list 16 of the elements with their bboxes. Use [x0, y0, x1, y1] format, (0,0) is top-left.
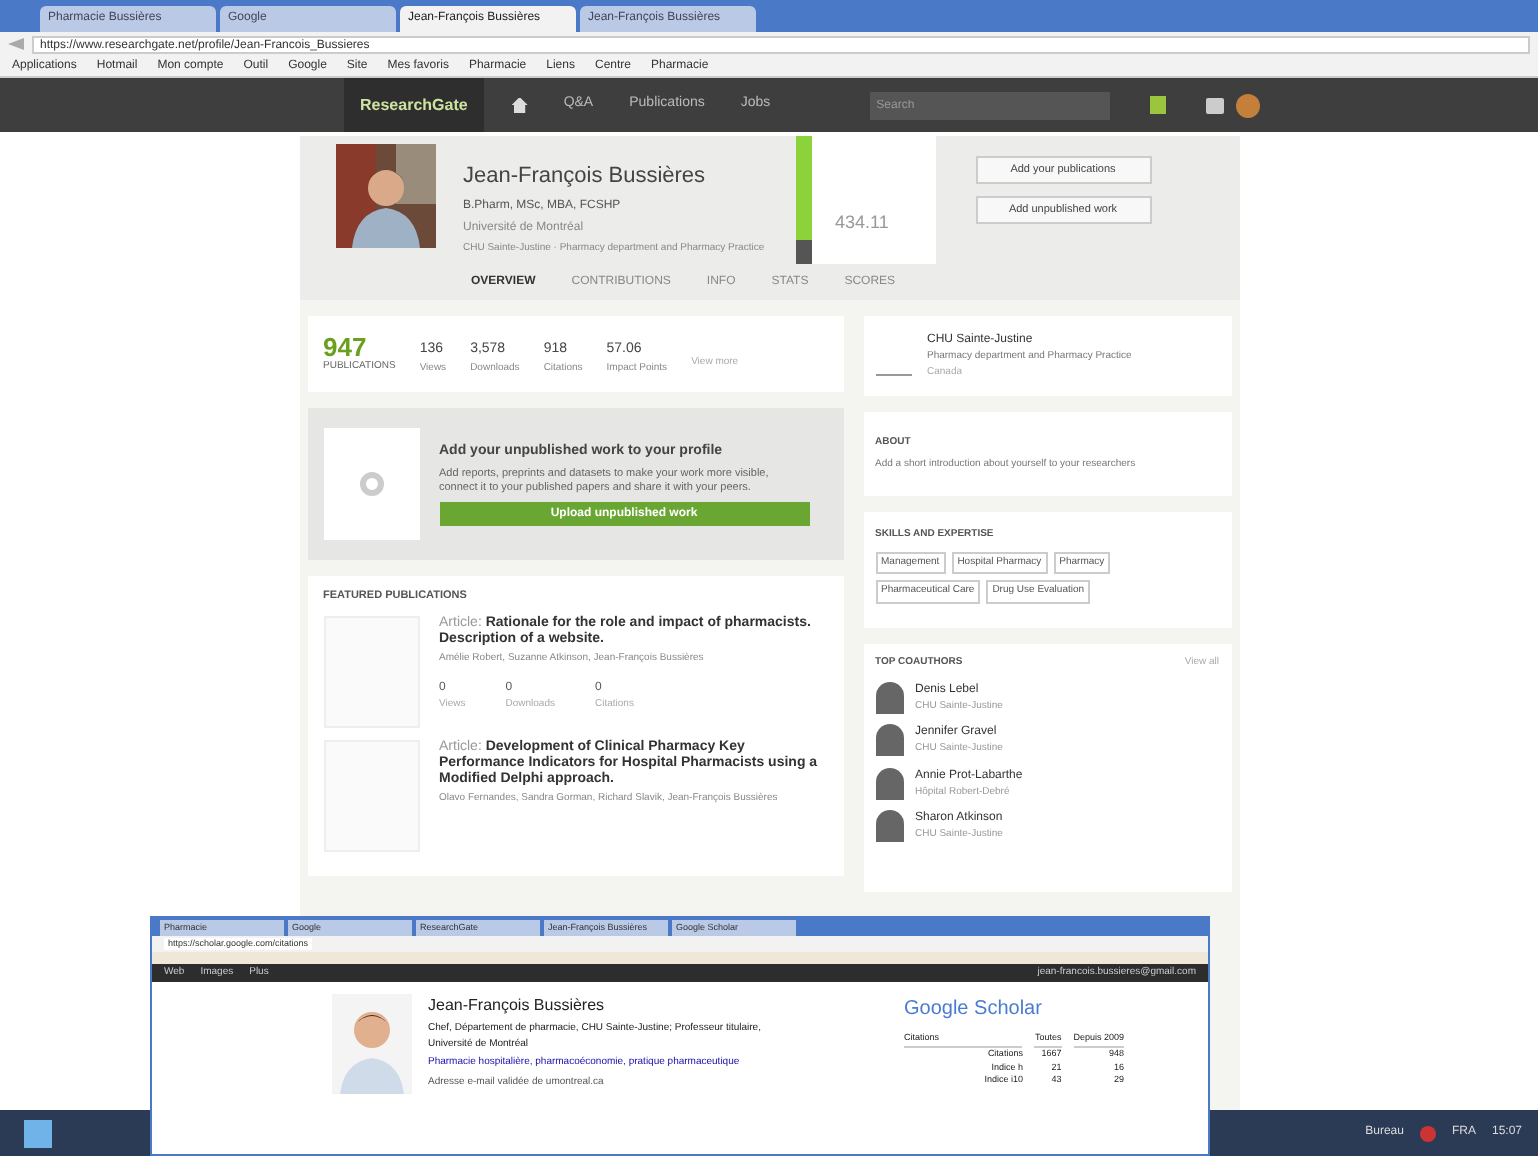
message-icon[interactable]	[1150, 96, 1167, 114]
publication-count: 947	[323, 333, 367, 360]
score-value: 434.11	[835, 209, 889, 235]
avatar-icon	[875, 810, 903, 843]
avatar-icon[interactable]	[1236, 93, 1261, 117]
home-icon[interactable]	[511, 97, 528, 113]
avatar-icon	[875, 724, 903, 757]
windows-icon[interactable]	[24, 1119, 52, 1147]
notification-icon[interactable]	[1206, 97, 1225, 113]
spinner-icon	[359, 472, 383, 496]
profile-name: Jean-François Bussières	[463, 162, 708, 192]
scholar-logo: Google Scholar	[904, 996, 1044, 1024]
avatar-icon	[875, 767, 903, 800]
site-logo[interactable]: ResearchGate	[344, 78, 484, 132]
profile-name: Jean-François Bussières	[428, 994, 607, 1018]
avatar-icon	[875, 681, 903, 714]
